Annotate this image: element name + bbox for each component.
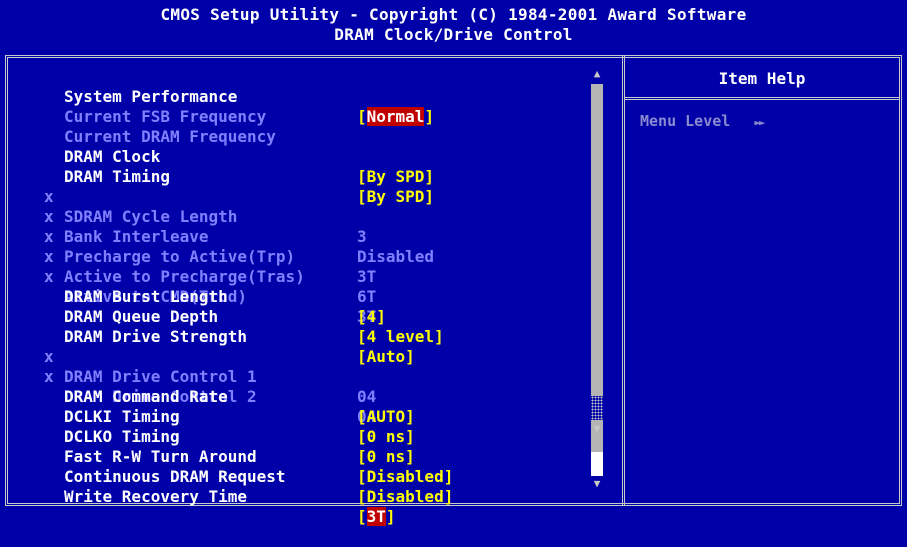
setting-write-recovery-time[interactable]: Write Recovery Time [3T] [0,467,590,526]
double-arrow-icon: ►► [754,116,765,129]
setting-value[interactable]: [Disabled] [357,487,453,507]
help-separator [625,97,899,100]
setting-dram-burst-length[interactable]: DRAM Burst Length [4] [0,267,590,326]
page-title: CMOS Setup Utility - Copyright (C) 1984-… [160,5,747,24]
scroll-up-arrow-icon[interactable]: ▲ [589,66,605,82]
setting-dram-command-rate[interactable]: DRAM Command Rate [AUTO] [0,367,590,426]
setting-dram-drive-control-1: x DRAM Drive Control 1 04 [0,327,590,406]
setting-system-performance[interactable]: System Performance [Normal] [0,67,590,126]
setting-value[interactable]: [3T] [357,507,396,527]
menu-level-label: Menu Level [640,112,731,130]
setting-dclki-timing[interactable]: DCLKI Timing [0 ns] [0,387,590,446]
setting-active-to-cmd: x Active to CMD(Trcd) 3T [0,247,590,326]
setting-bank-interleave: x Bank Interleave Disabled [0,187,590,266]
scrollbar-thumb-region[interactable] [591,396,603,420]
menu-level: Menu Level ►► [640,112,766,130]
setting-dram-drive-control-2: x DRAM Drive Control 2 04 [0,347,590,426]
page-subtitle: DRAM Clock/Drive Control [334,25,573,44]
setting-dclko-timing[interactable]: DCLKO Timing [0 ns] [0,407,590,466]
scroll-down-arrow-icon[interactable]: ▼ [589,476,605,492]
setting-dram-clock[interactable]: DRAM Clock [By SPD] [0,127,590,186]
setting-current-fsb-frequency: Current FSB Frequency [0,87,590,126]
setting-dram-drive-strength[interactable]: DRAM Drive Strength [Auto] [0,307,590,366]
panel-divider [622,55,625,506]
setting-precharge-to-active: x Precharge to Active(Trp) 3T [0,207,590,286]
cursor-highlight: 3T [366,507,386,526]
header: CMOS Setup Utility - Copyright (C) 1984-… [0,0,907,48]
item-help-title: Item Help [718,69,806,88]
scrollbar[interactable]: ▲ ▼ ▼ [589,66,605,491]
setting-continuous-dram-request[interactable]: Continuous DRAM Request [Disabled] [0,447,590,506]
setting-active-to-precharge: x Active to Precharge(Tras) 6T [0,227,590,306]
setting-dram-queue-depth[interactable]: DRAM Queue Depth [4 level] [0,287,590,346]
setting-current-dram-frequency: Current DRAM Frequency [0,107,590,146]
setting-sdram-cycle-length: x SDRAM Cycle Length 3 [0,167,590,246]
setting-label: Write Recovery Time [64,487,248,506]
scrollbar-thumb[interactable] [591,452,603,476]
setting-fast-rw-turn-around[interactable]: Fast R-W Turn Around [Disabled] [0,427,590,486]
setting-dram-timing[interactable]: DRAM Timing [By SPD] [0,147,590,206]
scroll-down-arrow-icon[interactable]: ▼ [589,421,605,437]
